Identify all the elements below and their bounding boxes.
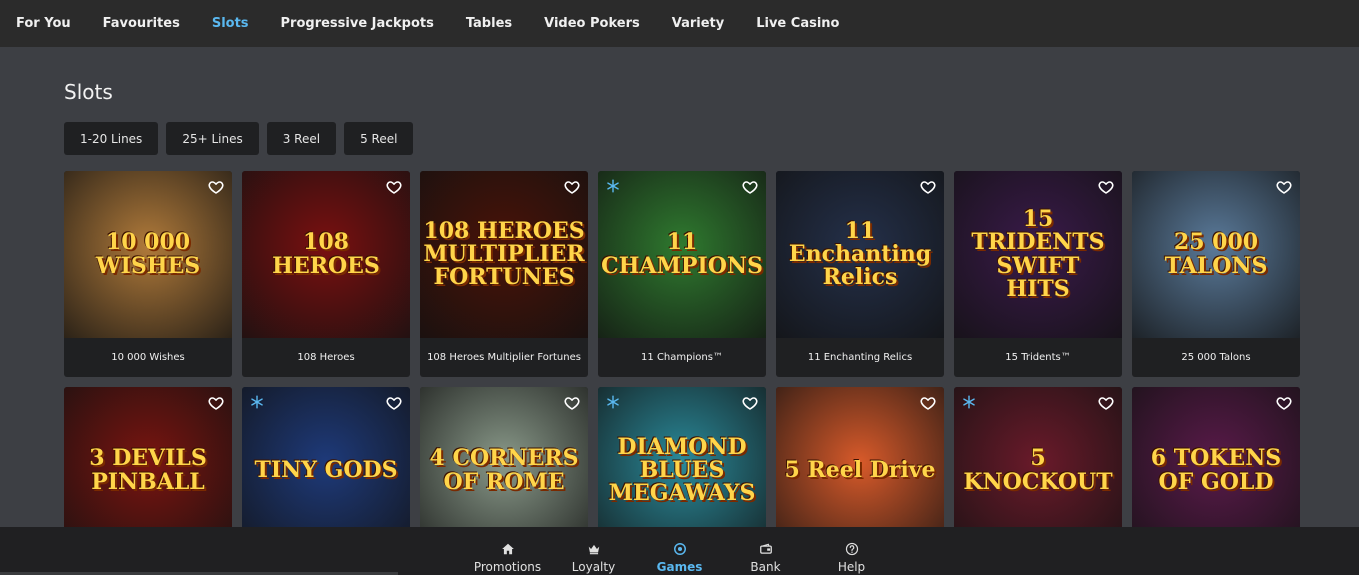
- game-title[interactable]: 11 Champions™: [598, 338, 766, 377]
- tab-variety[interactable]: Variety: [672, 16, 725, 31]
- bottom-nav-games[interactable]: Games: [638, 542, 722, 574]
- heart-icon[interactable]: [386, 395, 402, 411]
- tab-for-you[interactable]: For You: [16, 16, 71, 31]
- heart-icon[interactable]: [386, 179, 402, 195]
- category-nav: For You Favourites Slots Progressive Jackpo…: [0, 0, 1359, 47]
- game-thumbnail[interactable]: 11 Enchanting Relics: [776, 171, 944, 338]
- game-tile[interactable]: 108 HEROES 108 Heroes: [242, 171, 410, 377]
- game-tile[interactable]: 25 000 TALONS 25 000 Talons: [1132, 171, 1300, 377]
- crown-icon: [587, 542, 601, 560]
- game-logo-art: 108 HEROES MULTIPLIER FORTUNES: [423, 217, 585, 291]
- snowflake-icon: [606, 178, 620, 193]
- tab-live-casino[interactable]: Live Casino: [756, 16, 839, 31]
- heart-icon[interactable]: [1098, 395, 1114, 411]
- snowflake-icon: [250, 394, 264, 409]
- page-title: Slots: [64, 80, 113, 104]
- game-title[interactable]: 108 Heroes Multiplier Fortunes: [420, 338, 588, 377]
- filter-button[interactable]: 25+ Lines: [166, 122, 259, 155]
- game-tile[interactable]: 15 TRIDENTS SWIFT HITS 15 Tridents™: [954, 171, 1122, 377]
- heart-icon[interactable]: [742, 179, 758, 195]
- bottom-nav-promotions[interactable]: Promotions: [466, 542, 550, 574]
- game-logo-art: 15 TRIDENTS SWIFT HITS: [971, 206, 1105, 302]
- heart-icon[interactable]: [1276, 395, 1292, 411]
- game-logo-art: 11 Enchanting Relics: [788, 217, 932, 291]
- heart-icon[interactable]: [208, 395, 224, 411]
- heart-icon[interactable]: [920, 179, 936, 195]
- game-logo-art: DIAMOND BLUES MEGAWAYS: [608, 433, 756, 507]
- game-title[interactable]: 25 000 Talons: [1132, 338, 1300, 377]
- game-logo-art: 5 Reel Drive: [784, 456, 936, 483]
- snowflake-icon: [606, 394, 620, 409]
- bottom-nav-help[interactable]: Help: [810, 542, 894, 574]
- ball-icon: [673, 542, 687, 560]
- bottom-nav-label: Help: [837, 560, 866, 574]
- filter-button[interactable]: 3 Reel: [266, 122, 337, 155]
- heart-icon[interactable]: [564, 179, 580, 195]
- snowflake-icon: [962, 394, 976, 409]
- tab-tables[interactable]: Tables: [466, 16, 512, 31]
- tab-progressive-jackpots[interactable]: Progressive Jackpots: [281, 16, 434, 31]
- bottom-nav-label: Games: [656, 560, 703, 574]
- tab-favourites[interactable]: Favourites: [103, 16, 180, 31]
- game-tile[interactable]: 11 Enchanting Relics 11 Enchanting Relics: [776, 171, 944, 377]
- heart-icon[interactable]: [1276, 179, 1292, 195]
- bottom-nav: Promotions Loyalty Games Bank Help: [0, 527, 1359, 575]
- heart-icon[interactable]: [920, 395, 936, 411]
- game-tile[interactable]: 108 HEROES MULTIPLIER FORTUNES 108 Heroes…: [420, 171, 588, 377]
- game-thumbnail[interactable]: 108 HEROES: [242, 171, 410, 338]
- game-title[interactable]: 11 Enchanting Relics: [776, 338, 944, 377]
- game-logo-art: 108 HEROES: [272, 229, 380, 279]
- bottom-nav-label: Promotions: [473, 560, 542, 574]
- bottom-nav-loyalty[interactable]: Loyalty: [552, 542, 636, 574]
- heart-icon[interactable]: [564, 395, 580, 411]
- game-logo-art: TINY GODS: [254, 456, 398, 483]
- filter-bar: 1-20 Lines 25+ Lines 3 Reel 5 Reel: [64, 122, 414, 155]
- filter-button[interactable]: 1-20 Lines: [64, 122, 159, 155]
- game-title[interactable]: 15 Tridents™: [954, 338, 1122, 377]
- game-logo-art: 5 KNOCKOUT: [963, 445, 1113, 495]
- tab-slots[interactable]: Slots: [212, 16, 249, 31]
- game-thumbnail[interactable]: 108 HEROES MULTIPLIER FORTUNES: [420, 171, 588, 338]
- heart-icon[interactable]: [742, 395, 758, 411]
- home-icon: [501, 542, 515, 560]
- game-logo-art: 3 DEVILS PINBALL: [89, 445, 207, 495]
- game-logo-art: 10 000 WISHES: [95, 229, 201, 279]
- heart-icon[interactable]: [1098, 179, 1114, 195]
- game-thumbnail[interactable]: 10 000 WISHES: [64, 171, 232, 338]
- wallet-icon: [759, 542, 773, 560]
- game-title[interactable]: 108 Heroes: [242, 338, 410, 377]
- game-grid: 10 000 WISHES 10 000 Wishes 108 HEROES 108 …: [64, 171, 1300, 575]
- game-logo-art: 25 000 TALONS: [1164, 229, 1268, 279]
- game-tile[interactable]: 10 000 WISHES 10 000 Wishes: [64, 171, 232, 377]
- game-logo-art: 4 CORNERS OF ROME: [429, 445, 579, 495]
- game-logo-art: 11 CHAMPIONS: [601, 229, 763, 279]
- game-title[interactable]: 10 000 Wishes: [64, 338, 232, 377]
- help-icon: [845, 542, 859, 560]
- game-thumbnail[interactable]: 11 CHAMPIONS: [598, 171, 766, 338]
- game-tile[interactable]: 11 CHAMPIONS 11 Champions™: [598, 171, 766, 377]
- tab-video-pokers[interactable]: Video Pokers: [544, 16, 640, 31]
- filter-button[interactable]: 5 Reel: [344, 122, 414, 155]
- bottom-nav-label: Bank: [750, 560, 781, 574]
- game-thumbnail[interactable]: 25 000 TALONS: [1132, 171, 1300, 338]
- bottom-nav-label: Loyalty: [571, 560, 616, 574]
- game-thumbnail[interactable]: 15 TRIDENTS SWIFT HITS: [954, 171, 1122, 338]
- bottom-nav-bank[interactable]: Bank: [724, 542, 808, 574]
- game-logo-art: 6 TOKENS OF GOLD: [1150, 445, 1282, 495]
- heart-icon[interactable]: [208, 179, 224, 195]
